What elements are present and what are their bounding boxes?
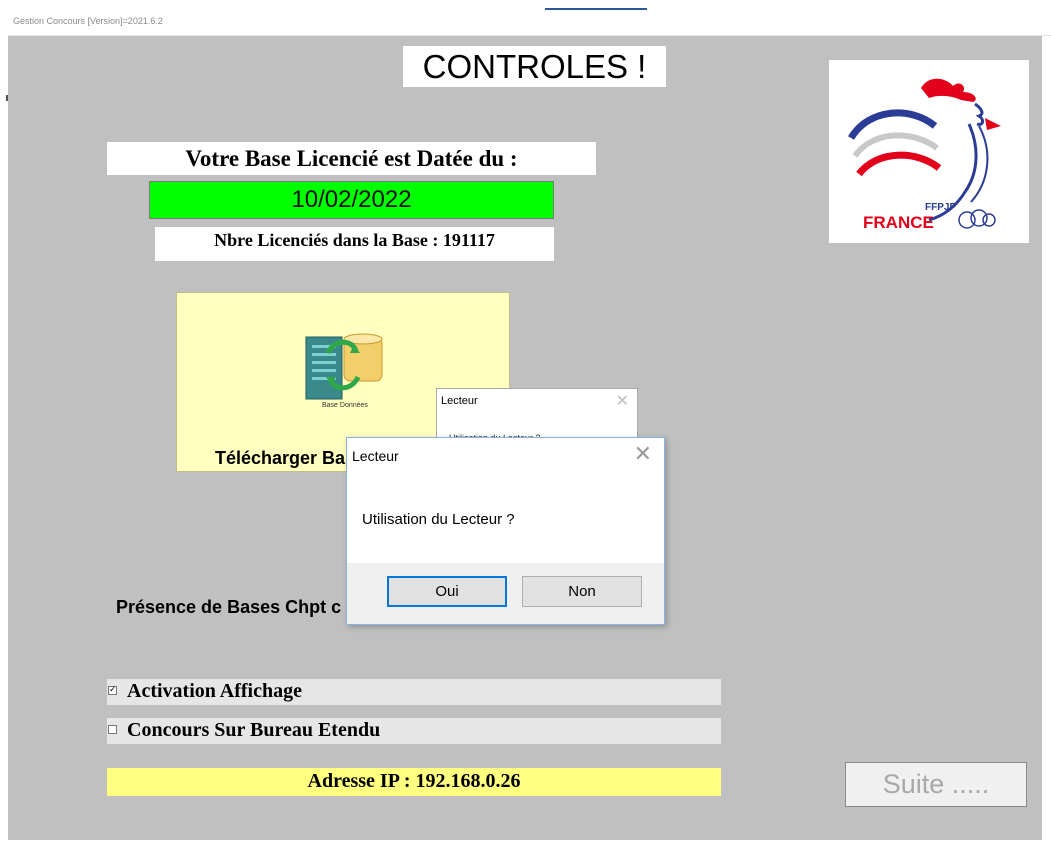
activation-affichage-label: Activation Affichage xyxy=(127,680,302,702)
rooster-logo-icon: FFPJP FRANCE xyxy=(848,78,1001,232)
dialog-close-icon[interactable]: ✕ xyxy=(634,442,652,467)
dialog-title: Lecteur xyxy=(352,448,399,464)
non-button[interactable]: Non xyxy=(522,576,642,607)
window-title: Gestion Concours [Version]=2021.6.2 xyxy=(13,16,163,26)
activation-affichage-checkbox[interactable]: ✓ xyxy=(108,686,117,695)
base-date-value: 10/02/2022 xyxy=(149,181,554,219)
download-base-label: Télécharger Ba xyxy=(215,448,346,468)
bureau-etendu-checkbox[interactable] xyxy=(108,725,117,734)
database-icon-caption: Base Données xyxy=(322,402,368,409)
ffpjp-logo: FFPJP FRANCE xyxy=(829,60,1029,243)
resize-grip xyxy=(6,95,8,101)
dialog-message: Utilisation du Lecteur ? xyxy=(362,511,515,528)
lecteur-dialog: Lecteur ✕ Utilisation du Lecteur ? Oui N… xyxy=(346,437,665,625)
bureau-etendu-row[interactable]: Concours Sur Bureau Etendu xyxy=(107,718,721,744)
top-edge xyxy=(0,0,1051,10)
logo-brand-small: FFPJP xyxy=(925,202,956,213)
dialog-footer: Oui Non xyxy=(347,563,664,624)
presence-bases-label: Présence de Bases Chpt c xyxy=(116,597,342,617)
licencies-count: Nbre Licenciés dans la Base : 191117 xyxy=(155,227,554,261)
suite-button[interactable]: Suite ..... xyxy=(845,762,1027,807)
window-titlebar: Gestion Concours [Version]=2021.6.2 xyxy=(8,10,1051,36)
logo-brand-large: FRANCE xyxy=(863,213,934,232)
page-title: CONTROLES ! xyxy=(403,46,666,87)
database-icon: Base Données xyxy=(304,331,384,411)
base-date-label: Votre Base Licencié est Datée du : xyxy=(107,142,596,175)
ip-address: Adresse IP : 192.168.0.26 xyxy=(107,768,721,796)
bureau-etendu-label: Concours Sur Bureau Etendu xyxy=(127,719,381,741)
activation-affichage-row[interactable]: ✓ Activation Affichage xyxy=(107,679,721,705)
oui-button[interactable]: Oui xyxy=(387,576,507,607)
background-dialog-title: Lecteur xyxy=(441,395,478,407)
background-dialog-close-icon[interactable]: ✕ xyxy=(616,391,629,410)
